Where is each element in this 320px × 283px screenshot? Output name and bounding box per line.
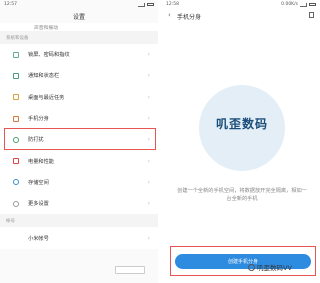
logo-text: 叽歪数码: [215, 117, 268, 131]
chevron-right-icon: ›: [147, 178, 150, 186]
settings-item-label: 存储空间: [28, 179, 49, 186]
storage-icon: [13, 179, 19, 186]
status-icons: 0.00K/s: [281, 2, 316, 7]
account-icon: [13, 235, 19, 241]
highlight-frame-button: [170, 246, 316, 276]
status-icons: [138, 2, 154, 7]
chevron-right-icon: ›: [147, 93, 150, 101]
battery-icon: [13, 158, 19, 165]
chevron-right-icon: ›: [147, 200, 150, 208]
watermark-text: 叽歪数码VV: [257, 264, 292, 272]
more-icon: [13, 200, 19, 207]
signal-icon: [138, 2, 145, 7]
back-arrow-icon[interactable]: ‹: [168, 11, 171, 19]
signal-icon: [300, 2, 307, 7]
wechat-icon: [248, 263, 255, 271]
settings-item-label: 锁屏、密码和指纹: [28, 52, 70, 59]
status-time: 12:58: [166, 2, 179, 7]
settings-item-second-space[interactable]: 手机分身 ›: [0, 107, 158, 130]
status-time: 12:57: [4, 2, 17, 7]
chevron-right-icon: ›: [147, 234, 150, 242]
section-header-account: 帐号: [0, 214, 158, 228]
settings-item-more[interactable]: 更多设置 ›: [0, 193, 158, 215]
account-value-box: [115, 266, 145, 274]
page-title: 手机分身: [177, 14, 202, 21]
settings-item-label: 电量和性能: [28, 158, 54, 165]
lock-icon: [13, 51, 19, 58]
settings-item-lock[interactable]: 锁屏、密码和指纹 ›: [0, 44, 158, 66]
section-label: 帐号: [6, 218, 15, 224]
screenshot-root: 12:57 设置 声音和振动 系统和设备 锁屏、密码和指纹 › 通知和状态栏 ›: [0, 0, 320, 283]
chevron-right-icon: ›: [147, 157, 150, 165]
settings-item-label: 小米帐号: [28, 235, 49, 242]
settings-item-mi-account[interactable]: 小米帐号 ›: [0, 227, 158, 249]
settings-screen: 12:57 设置 声音和振动 系统和设备 锁屏、密码和指纹 › 通知和状态栏 ›: [0, 0, 158, 283]
chevron-right-icon: ›: [147, 115, 150, 123]
highlight-frame-second-space: [4, 128, 156, 150]
settings-item-label: 声音和振动: [34, 25, 58, 31]
settings-item-desktop[interactable]: 桌面与最近任务 ›: [0, 86, 158, 108]
settings-item-label: 通知和状态栏: [28, 73, 60, 80]
net-speed: 0.00K/s: [281, 2, 298, 7]
section-header-system: 系统和设备: [0, 31, 158, 44]
settings-item-notifications[interactable]: 通知和状态栏 ›: [0, 65, 158, 87]
settings-item-storage[interactable]: 存储空间 ›: [0, 171, 158, 194]
description-text: 创建一个全新的手机空间，将数据放开完全隔离，相如一台全新的手机: [177, 188, 307, 202]
status-bar: 12:58 0.00K/s: [162, 0, 320, 9]
trash-icon[interactable]: [309, 12, 314, 18]
status-bar: 12:57: [0, 0, 158, 9]
dual-phone-icon: [13, 115, 19, 122]
second-space-screen: 12:58 0.00K/s ‹ 手机分身 叽歪数码 创建一个全新的手机空间，将数…: [162, 0, 320, 283]
settings-item-battery[interactable]: 电量和性能 ›: [0, 150, 158, 172]
bell-icon: [13, 72, 19, 79]
settings-item-label: 手机分身: [28, 116, 49, 123]
settings-item-sound[interactable]: 声音和振动: [0, 23, 158, 31]
battery-status-icon: [147, 2, 154, 7]
settings-item-label: 更多设置: [28, 201, 49, 208]
section-label: 系统和设备: [6, 35, 29, 41]
desktop-icon: [13, 94, 19, 101]
chevron-right-icon: ›: [147, 51, 150, 59]
settings-title-bar: 设置: [0, 9, 158, 23]
battery-status-icon: [309, 2, 316, 7]
chevron-right-icon: ›: [147, 72, 150, 80]
watermark: 叽歪数码VV: [248, 262, 292, 272]
second-space-title-bar: ‹ 手机分身: [162, 9, 320, 23]
page-title: 设置: [72, 13, 85, 21]
settings-item-label: 桌面与最近任务: [28, 94, 65, 101]
